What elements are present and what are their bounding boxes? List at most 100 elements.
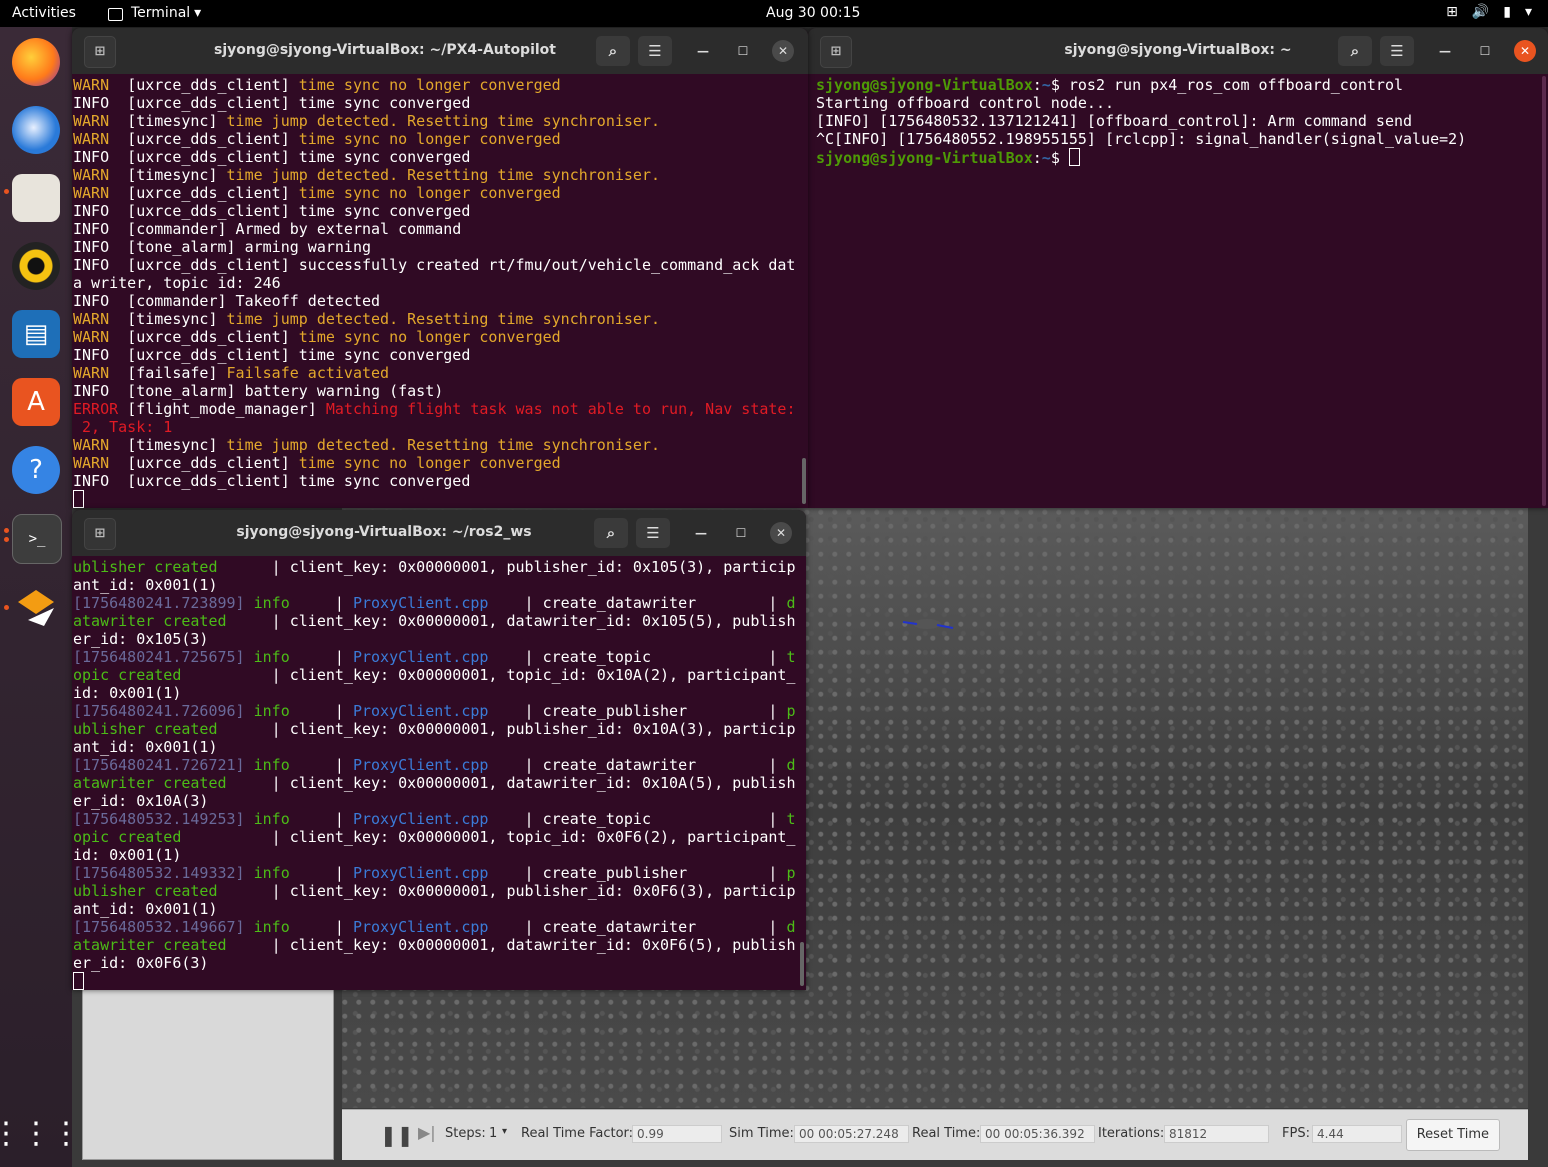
step-icon[interactable]: ▶|	[418, 1123, 436, 1142]
window-header[interactable]: ⊞ sjyong@sjyong-VirtualBox: ~/ros2_ws ⌕ …	[72, 510, 806, 556]
fps-field: 4.44	[1312, 1125, 1402, 1143]
terminal-text: atawriter created	[73, 774, 227, 792]
terminal-text: | create_datawriter |	[488, 918, 787, 936]
terminal-text: ProxyClient.cpp	[352, 702, 489, 720]
terminal-window-ros2-ws[interactable]: ⊞ sjyong@sjyong-VirtualBox: ~/ros2_ws ⌕ …	[72, 510, 806, 990]
terminal-icon	[108, 7, 123, 21]
terminal-text: INFO [uxrce_dds_client] time sync conver…	[73, 94, 471, 112]
menu-button[interactable]: ☰	[638, 36, 672, 66]
app-center-icon[interactable]: A	[12, 378, 60, 426]
scrollbar[interactable]	[1542, 76, 1546, 506]
window-header[interactable]: ⊞ sjyong@sjyong-VirtualBox: ~/PX4-Autopi…	[72, 28, 808, 74]
terminal-text: time sync no longer converged	[298, 454, 561, 472]
terminal-text: atawriter created	[73, 612, 227, 630]
terminal-text: INFO [uxrce_dds_client] time sync conver…	[73, 346, 471, 364]
search-button[interactable]: ⌕	[594, 518, 628, 548]
activities-button[interactable]: Activities	[12, 5, 76, 21]
rhythmbox-icon[interactable]	[12, 242, 60, 290]
scrollbar[interactable]	[800, 942, 804, 986]
terminal-output[interactable]: ublisher created | client_key: 0x0000000…	[72, 558, 798, 990]
firefox-icon[interactable]	[12, 38, 60, 86]
grid-icon[interactable]: ⋮⋮⋮	[0, 1109, 81, 1157]
app-name: Terminal	[131, 5, 191, 21]
terminal-window-px4[interactable]: ⊞ sjyong@sjyong-VirtualBox: ~/PX4-Autopi…	[72, 28, 808, 508]
terminal-line: [1756480241.723899] info | ProxyClient.c…	[73, 594, 798, 612]
terminal-window-home[interactable]: ⊞ sjyong@sjyong-VirtualBox: ~ ⌕ ☰ — ☐ ✕ …	[808, 28, 1548, 508]
terminal-line: [1756480532.149332] info | ProxyClient.c…	[73, 864, 798, 882]
terminal-line: er_id: 0x0F6(3)	[73, 954, 798, 972]
qgroundcontrol-icon[interactable]	[12, 584, 60, 632]
terminal-text: ^C[INFO] [1756480552.198955155] [rclcpp]…	[816, 130, 1467, 148]
gazebo-timebar: ❚❚ ▶| Steps: 1 ▾ Real Time Factor: 0.99 …	[342, 1109, 1528, 1160]
terminal-text: | client_key: 0x00000001, publisher_id: …	[217, 558, 796, 576]
terminal-line: WARN [timesync] time jump detected. Rese…	[73, 310, 800, 328]
terminal-line	[73, 972, 798, 990]
terminal-icon[interactable]: >_	[12, 514, 62, 564]
libreoffice-writer-icon[interactable]: ▤	[12, 310, 60, 358]
terminal-line: WARN [timesync] time jump detected. Rese…	[73, 112, 800, 130]
minimize-button[interactable]: —	[1434, 40, 1456, 62]
terminal-output[interactable]: WARN [uxrce_dds_client] time sync no lon…	[72, 76, 800, 508]
terminal-text: [timesync]	[127, 310, 227, 328]
terminal-text: [1756480241.726096]	[73, 702, 245, 720]
terminal-text: ProxyClient.cpp	[352, 594, 489, 612]
thunderbird-icon[interactable]	[12, 106, 60, 154]
chevron-down-icon: ▾	[1524, 4, 1532, 20]
terminal-text: [1756480241.725675]	[73, 648, 245, 666]
window-title: sjyong@sjyong-VirtualBox: ~/PX4-Autopilo…	[213, 42, 556, 58]
terminal-text: ublisher created	[73, 720, 218, 738]
terminal-text: time jump detected. Resetting time synch…	[226, 112, 661, 130]
minimize-button[interactable]: —	[690, 522, 712, 544]
maximize-button[interactable]: ☐	[732, 40, 754, 62]
terminal-line: WARN [failsafe] Failsafe activated	[73, 364, 800, 382]
window-header[interactable]: ⊞ sjyong@sjyong-VirtualBox: ~ ⌕ ☰ — ☐ ✕	[808, 28, 1548, 74]
gazebo-side-panel[interactable]	[82, 988, 334, 1160]
steps-value[interactable]: 1	[489, 1126, 497, 1141]
minimize-button[interactable]: —	[692, 40, 714, 62]
app-menu[interactable]: Terminal ▾	[108, 5, 201, 21]
clock[interactable]: Aug 30 00:15	[766, 5, 860, 21]
terminal-line: ant_id: 0x001(1)	[73, 738, 798, 756]
terminal-text: [INFO] [1756480532.137121241] [offboard_…	[816, 112, 1413, 130]
menu-button[interactable]: ☰	[636, 518, 670, 548]
system-tray[interactable]: ⊞ 🔊 ▮ ▾	[1446, 4, 1532, 20]
new-tab-button[interactable]: ⊞	[84, 518, 116, 550]
close-button[interactable]: ✕	[770, 522, 792, 544]
close-button[interactable]: ✕	[772, 40, 794, 62]
terminal-text: id: 0x001(1)	[73, 846, 182, 864]
terminal-text: :	[1032, 76, 1042, 94]
scrollbar[interactable]	[802, 458, 806, 504]
drone-model	[902, 619, 954, 629]
help-icon[interactable]: ?	[12, 446, 60, 494]
terminal-text: WARN	[73, 166, 128, 184]
terminal-text: |	[289, 918, 353, 936]
reset-time-button[interactable]: Reset Time	[1405, 1119, 1500, 1151]
terminal-text: | client_key: 0x00000001, topic_id: 0x0F…	[181, 828, 796, 846]
terminal-output[interactable]: sjyong@sjyong-VirtualBox:~$ ros2 run px4…	[815, 76, 1540, 508]
rtf-field: 0.99	[632, 1125, 722, 1143]
maximize-button[interactable]: ☐	[730, 522, 752, 544]
terminal-line: ublisher created | client_key: 0x0000000…	[73, 720, 798, 738]
terminal-text: |	[289, 864, 353, 882]
search-button[interactable]: ⌕	[1338, 36, 1372, 66]
search-button[interactable]: ⌕	[596, 36, 630, 66]
close-button[interactable]: ✕	[1514, 40, 1536, 62]
terminal-text: $	[1050, 149, 1069, 167]
steps-label: Steps:	[445, 1126, 486, 1141]
terminal-text: $ ros2 run px4_ros_com offboard_control	[1050, 76, 1404, 94]
terminal-line: INFO [uxrce_dds_client] time sync conver…	[73, 202, 800, 220]
terminal-text: | create_topic |	[488, 810, 787, 828]
running-indicator	[4, 189, 9, 194]
menu-button[interactable]: ☰	[1380, 36, 1414, 66]
terminal-text: INFO [uxrce_dds_client] time sync conver…	[73, 202, 471, 220]
files-icon[interactable]	[12, 174, 60, 222]
pause-icon[interactable]: ❚❚	[380, 1123, 414, 1147]
maximize-button[interactable]: ☐	[1474, 40, 1496, 62]
new-tab-button[interactable]: ⊞	[84, 36, 116, 68]
terminal-line	[73, 490, 800, 508]
terminal-line: ERROR [flight_mode_manager] Matching fli…	[73, 400, 800, 418]
chevron-down-icon[interactable]: ▾	[502, 1126, 507, 1137]
terminal-line: er_id: 0x105(3)	[73, 630, 798, 648]
